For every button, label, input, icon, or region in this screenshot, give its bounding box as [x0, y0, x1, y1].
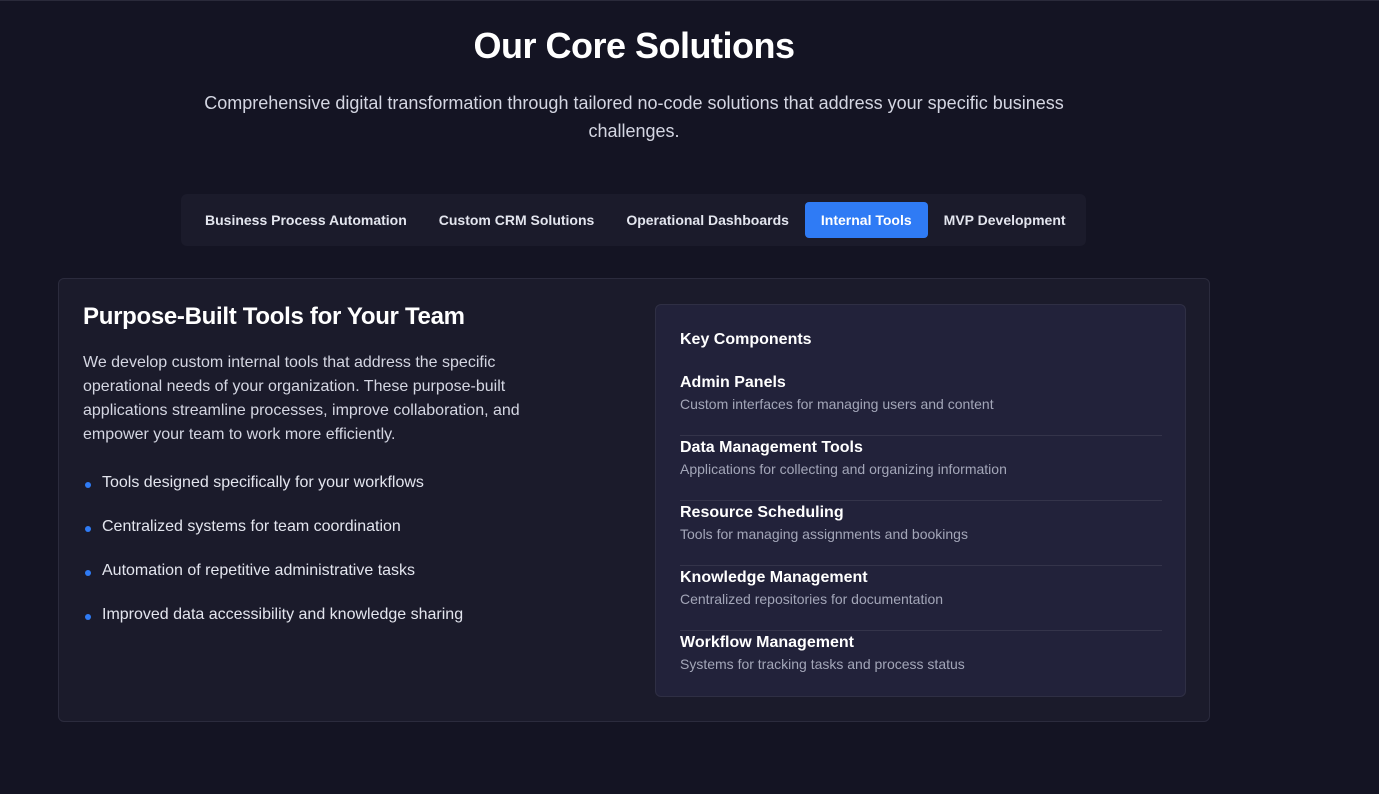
bullet-icon: [85, 570, 91, 576]
feature-text: Improved data accessibility and knowledg…: [102, 606, 464, 623]
component-item: Knowledge Management Centralized reposit…: [680, 566, 1162, 631]
page: Our Core Solutions Comprehensive digital…: [0, 0, 1379, 794]
feature-item: Improved data accessibility and knowledg…: [83, 603, 463, 647]
component-description: Systems for tracking tasks and process s…: [680, 656, 965, 672]
tab-custom-crm-solutions[interactable]: Custom CRM Solutions: [423, 202, 611, 238]
tab-operational-dashboards[interactable]: Operational Dashboards: [610, 202, 805, 238]
component-item: Resource Scheduling Tools for managing a…: [680, 501, 1162, 566]
feature-text: Tools designed specifically for your wor…: [102, 474, 424, 491]
component-description: Applications for collecting and organizi…: [680, 461, 1007, 477]
feature-item: Centralized systems for team coordinatio…: [83, 515, 463, 559]
tab-internal-tools[interactable]: Internal Tools: [804, 202, 928, 238]
component-name: Admin Panels: [680, 374, 786, 391]
solution-card: Purpose-Built Tools for Your Team We dev…: [58, 278, 1210, 722]
key-components-title: Key Components: [680, 331, 812, 348]
feature-item: Tools designed specifically for your wor…: [83, 471, 463, 515]
feature-item: Automation of repetitive administrative …: [83, 559, 463, 603]
component-description: Tools for managing assignments and booki…: [680, 526, 968, 542]
feature-text: Automation of repetitive administrative …: [102, 562, 416, 579]
page-title: Our Core Solutions: [473, 25, 795, 66]
tab-mvp-development[interactable]: MVP Development: [928, 202, 1082, 238]
component-item: Workflow Management Systems for tracking…: [680, 631, 1162, 696]
component-name: Resource Scheduling: [680, 504, 844, 521]
component-name: Data Management Tools: [680, 439, 863, 456]
bullet-icon: [85, 614, 91, 620]
tab-business-process-automation[interactable]: Business Process Automation: [189, 202, 423, 238]
component-description: Centralized repositories for documentati…: [680, 591, 944, 607]
component-description: Custom interfaces for managing users and…: [680, 396, 994, 412]
component-name: Knowledge Management: [680, 569, 868, 586]
solution-title: Purpose-Built Tools for Your Team: [83, 303, 465, 330]
component-item: Data Management Tools Applications for c…: [680, 436, 1162, 501]
page-subtitle: Comprehensive digital transformation thr…: [204, 93, 1064, 141]
bullet-icon: [85, 526, 91, 532]
key-components-panel: Key Components Admin Panels Custom inter…: [655, 304, 1186, 697]
feature-list: Tools designed specifically for your wor…: [83, 471, 463, 647]
component-name: Workflow Management: [680, 634, 854, 651]
bullet-icon: [85, 482, 91, 488]
solution-description: We develop custom internal tools that ad…: [83, 354, 520, 443]
components-list: Admin Panels Custom interfaces for manag…: [680, 371, 1162, 696]
component-item: Admin Panels Custom interfaces for manag…: [680, 371, 1162, 436]
solutions-tab-bar: Business Process Automation Custom CRM S…: [181, 194, 1086, 246]
feature-text: Centralized systems for team coordinatio…: [102, 518, 401, 535]
